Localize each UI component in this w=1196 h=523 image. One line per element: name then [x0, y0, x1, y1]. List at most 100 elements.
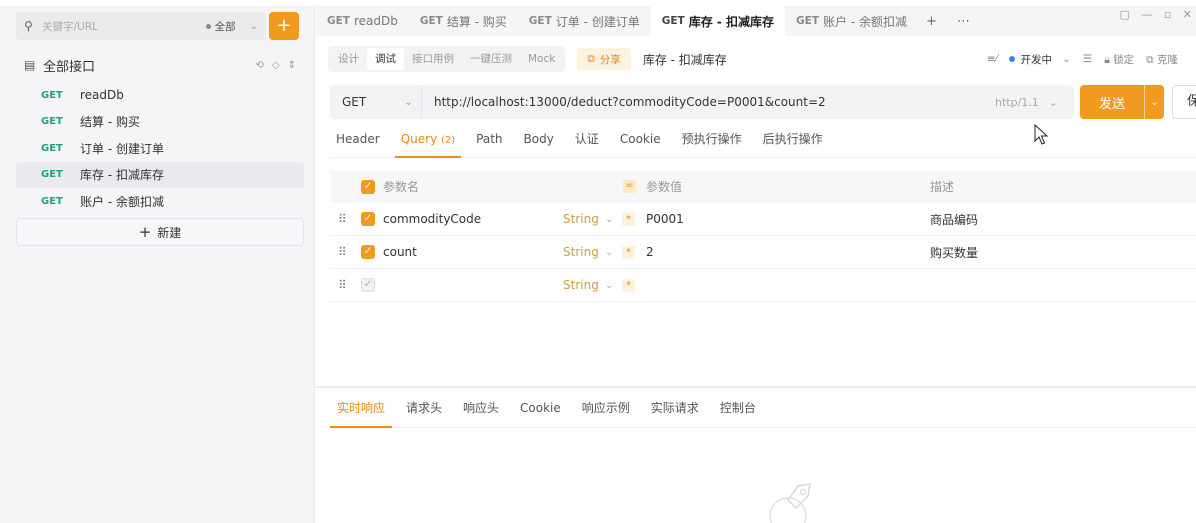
table-row: ⠿ ✓ commodityCode String ⌄ * P0001 商品编码 [330, 203, 1196, 236]
tab-readdb[interactable]: GET readDb [316, 6, 409, 36]
tab-checkout[interactable]: GET 结算 - 购买 [409, 6, 518, 36]
http-version-select[interactable]: http/1.1 ⌄ [995, 96, 1058, 109]
param-desc[interactable]: 商品编码 [930, 211, 978, 228]
tab-body[interactable]: Body [518, 124, 560, 158]
tab-add-more-icons[interactable]: + ⋯ [926, 14, 978, 29]
tab-response-cookie[interactable]: Cookie [513, 392, 568, 428]
tab-name: 结算 - 购买 [446, 14, 507, 29]
all-api-folder[interactable]: ▤ 全部接口 ⟲◇⇕ [24, 55, 304, 75]
tab-actual-request[interactable]: 实际请求 [644, 392, 706, 428]
row-checkbox[interactable]: ✓ [361, 245, 375, 259]
share-icon: ⧉ [587, 52, 595, 65]
drag-handle-icon[interactable]: ⠿ [338, 212, 347, 226]
tab-request-headers[interactable]: 请求头 [399, 392, 449, 428]
format-icon[interactable]: ≡⁄ [987, 53, 998, 65]
api-name: 库存 - 扣减库存 [80, 168, 164, 183]
tab-deduct-balance[interactable]: GET 账户 - 余额扣减 [785, 6, 918, 36]
mode-switch: 设计 调试 接口用例 一键压测 Mock [328, 46, 566, 72]
api-name: 账户 - 余额扣减 [80, 194, 164, 209]
chevron-down-icon[interactable]: ⌄ [605, 247, 613, 258]
tab-header[interactable]: Header [330, 124, 386, 158]
rocket-icon [769, 483, 811, 523]
method-select[interactable]: GET ⌄ [330, 85, 422, 119]
tab-query[interactable]: Query (2) [394, 124, 462, 158]
save-button[interactable]: 保 [1172, 85, 1196, 119]
response-divider[interactable] [316, 386, 1196, 388]
api-item-create-order[interactable]: GET 订单 - 创建订单 [16, 135, 304, 162]
tab-deduct-stock[interactable]: GET 库存 - 扣减库存 [650, 6, 786, 36]
param-name[interactable]: commodityCode [383, 212, 481, 226]
search-input[interactable]: ⚲ 关键字/URL 全部 ⌄ [16, 12, 266, 40]
api-item-deduct-stock[interactable]: GET 库存 - 扣减库存 [16, 161, 304, 188]
param-desc[interactable]: 购买数量 [930, 244, 978, 261]
tab-live-response[interactable]: 实时响应 [330, 392, 393, 428]
list-icon[interactable]: ☰ [1083, 53, 1092, 65]
new-button[interactable]: + 新建 [16, 218, 304, 246]
tab-create-order[interactable]: GET 订单 - 创建订单 [518, 6, 651, 36]
tab-name: readDb [353, 14, 398, 28]
required-star-icon[interactable]: * [622, 245, 635, 259]
params-table: ✓ 参数名 = 参数值 描述 ⠿ ✓ commodityCode String … [330, 170, 1196, 302]
mode-cases[interactable]: 接口用例 [404, 48, 462, 70]
col-desc-header: 描述 [930, 180, 955, 194]
send-label: 发送 [1098, 96, 1125, 112]
chevron-down-icon[interactable]: ⌄ [605, 214, 613, 225]
clone-button[interactable]: ⧉ 克隆 [1146, 52, 1178, 67]
drag-handle-icon[interactable]: ⠿ [338, 278, 347, 292]
method-badge: GET [41, 169, 63, 181]
col-name-header: 参数名 [383, 180, 420, 194]
bulk-edit-icon[interactable]: = [623, 180, 636, 193]
api-item-checkout[interactable]: GET 结算 - 购买 [16, 109, 304, 136]
tab-post-script[interactable]: 后执行操作 [757, 124, 829, 158]
param-value[interactable]: 2 [646, 245, 654, 259]
method-badge: GET [41, 116, 63, 128]
select-all-checkbox[interactable]: ✓ [361, 179, 375, 194]
row-checkbox[interactable]: ✓ [361, 212, 375, 226]
required-star-icon[interactable]: * [622, 212, 635, 226]
required-star-icon[interactable]: * [622, 278, 635, 292]
filter-select[interactable]: 全部 ⌄ [205, 19, 258, 34]
tab-pre-script[interactable]: 预执行操作 [676, 124, 748, 158]
tab-label: Header [336, 132, 380, 146]
add-button[interactable]: + [269, 12, 299, 40]
share-button[interactable]: ⧉ 分享 [577, 48, 631, 70]
api-item-deduct-balance[interactable]: GET 账户 - 余额扣减 [16, 188, 304, 215]
tab-method: GET [661, 15, 685, 27]
tab-response-example[interactable]: 响应示例 [575, 392, 637, 428]
mode-stress[interactable]: 一键压测 [462, 48, 520, 70]
env-select[interactable]: 开发中 ⌄ [1009, 52, 1071, 67]
row-checkbox[interactable]: ✓ [361, 278, 375, 292]
tab-cookie[interactable]: Cookie [614, 124, 667, 158]
chevron-down-icon[interactable]: ⌄ [605, 280, 613, 291]
tab-bar: GET readDb GET 结算 - 购买 GET 订单 - 创建订单 GET… [316, 6, 1196, 36]
param-type[interactable]: String [563, 245, 599, 259]
send-dropdown-icon[interactable]: ⌄ [1145, 97, 1164, 108]
sidebar: ⚲ 关键字/URL 全部 ⌄ + ▤ 全部接口 ⟲◇⇕ GET readDb G… [0, 0, 315, 523]
col-value-header: 参数值 [646, 180, 683, 194]
mode-mock[interactable]: Mock [520, 48, 563, 70]
new-label: 新建 [157, 225, 182, 240]
lock-button[interactable]: 🔒︎ 锁定 [1104, 52, 1134, 67]
param-type[interactable]: String [563, 278, 599, 292]
param-value[interactable]: P0001 [646, 212, 684, 226]
param-type[interactable]: String [563, 212, 599, 226]
tree-tools-icons[interactable]: ⟲◇⇕ [256, 60, 304, 71]
method-badge: GET [41, 142, 63, 154]
chevron-down-icon: ⌄ [1061, 53, 1071, 65]
tab-console[interactable]: 控制台 [713, 392, 763, 428]
send-button[interactable]: 发送 ⌄ [1080, 85, 1164, 119]
tab-label: Query [400, 132, 438, 146]
window-controls[interactable]: ▢ — ▫ ✕ [1119, 8, 1196, 21]
tab-method: GET [528, 15, 552, 27]
url-input[interactable]: http://localhost:13000/deduct?commodityC… [422, 95, 995, 109]
mode-debug[interactable]: 调试 [367, 48, 404, 70]
param-name[interactable]: count [383, 245, 417, 259]
tab-auth[interactable]: 认证 [569, 124, 605, 158]
tab-path[interactable]: Path [470, 124, 508, 158]
tab-label: 认证 [574, 132, 599, 146]
api-name: readDb [80, 88, 124, 103]
drag-handle-icon[interactable]: ⠿ [338, 245, 347, 259]
mode-design[interactable]: 设计 [330, 48, 367, 70]
api-item-readdb[interactable]: GET readDb [16, 82, 304, 109]
tab-response-headers[interactable]: 响应头 [456, 392, 506, 428]
